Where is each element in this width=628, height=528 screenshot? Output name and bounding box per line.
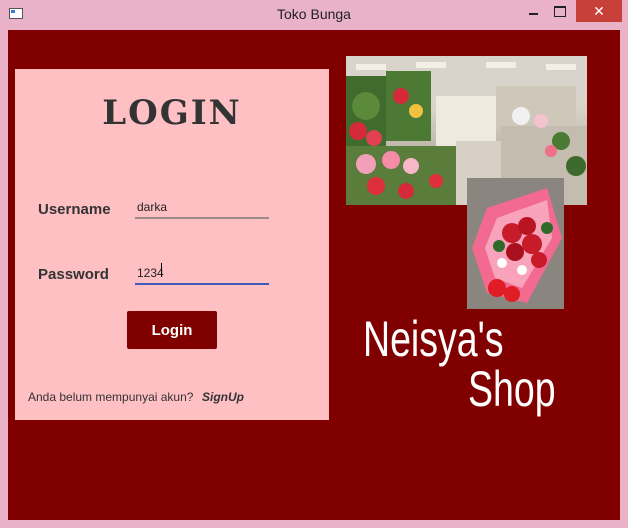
bouquet-illustration [467,178,564,309]
brand-name-line1: Neisya's [363,311,504,367]
minimize-button[interactable] [520,0,546,22]
minimize-icon [528,13,538,15]
maximize-button[interactable] [546,0,574,22]
signup-prompt: Anda belum mempunyai akun? [28,390,194,404]
red-rose-bouquet-photo [467,178,564,309]
username-label: Username [38,201,111,218]
maximize-icon [554,5,566,17]
signup-link[interactable]: SignUp [202,390,244,404]
close-icon: ✕ [593,2,605,19]
password-input[interactable] [135,263,269,283]
title-bar: Toko Bunga ✕ [0,0,628,30]
brand-name-line2: Shop [468,361,556,417]
password-label: Password [38,266,109,283]
text-caret [161,263,162,277]
close-button[interactable]: ✕ [576,0,622,22]
password-underline-focused [135,283,269,285]
username-input[interactable] [135,197,269,217]
window-client-area: LOGIN Username Password Login Anda belum… [8,30,620,520]
username-underline [135,217,269,219]
login-panel: LOGIN Username Password Login Anda belum… [15,69,329,420]
login-button[interactable]: Login [127,311,217,349]
login-heading: LOGIN [102,93,242,133]
